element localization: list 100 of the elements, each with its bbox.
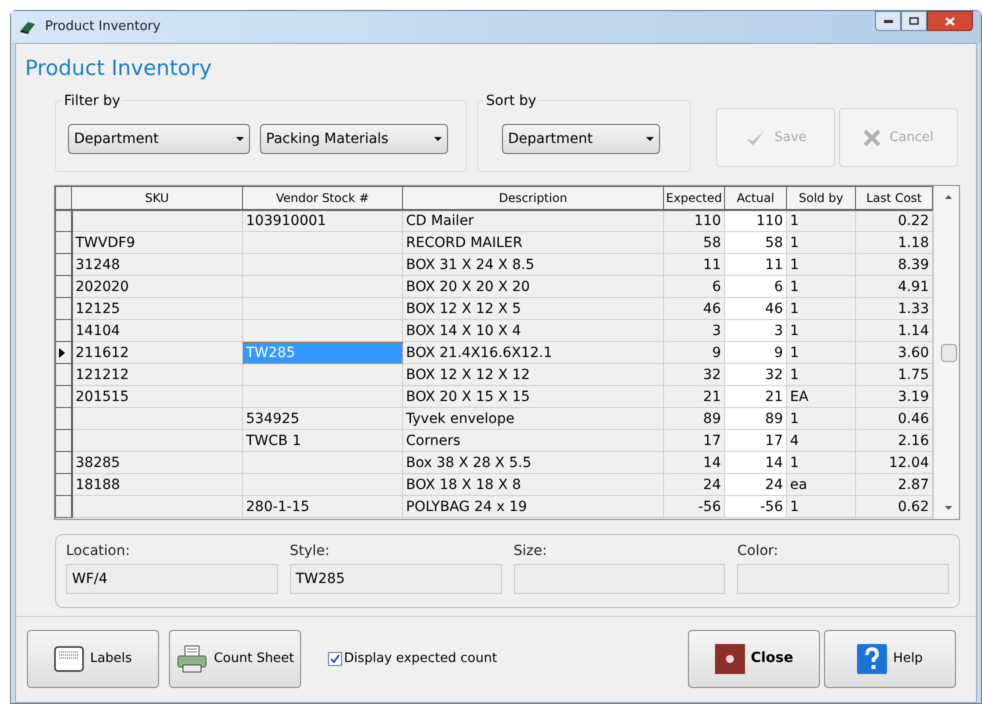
close-window-button[interactable] bbox=[927, 11, 973, 31]
close-icon bbox=[945, 16, 955, 26]
field-label: Size: bbox=[514, 542, 548, 561]
table-cell: -56 bbox=[724, 496, 786, 518]
help-button[interactable]: Help bbox=[824, 630, 956, 688]
scroll-down-icon bbox=[945, 506, 952, 510]
table-cell: 24 bbox=[664, 474, 724, 496]
caret-icon bbox=[236, 137, 244, 141]
table-cell: 1 bbox=[786, 210, 856, 232]
table-cell: 0.46 bbox=[856, 408, 932, 430]
table-cell: POLYBAG 24 x 19 bbox=[402, 496, 664, 518]
table-cell: 1.33 bbox=[856, 298, 932, 320]
table-cell: 32 bbox=[724, 364, 786, 386]
table-cell: 11 bbox=[664, 254, 724, 276]
checkbox[interactable] bbox=[328, 652, 342, 666]
table-cell: 201515 bbox=[72, 386, 242, 408]
table-cell: 3 bbox=[664, 320, 724, 342]
table-cell: BOX 20 X 15 X 15 bbox=[402, 386, 664, 408]
table-cell: 1 bbox=[786, 254, 856, 276]
table-cell: 12.04 bbox=[856, 452, 932, 474]
minimize-button[interactable] bbox=[875, 11, 901, 31]
table-cell: 46 bbox=[724, 298, 786, 320]
table-cell: 18188 bbox=[72, 474, 242, 496]
input-field[interactable]: WF/4 bbox=[66, 564, 278, 594]
column-header[interactable]: Expected bbox=[664, 186, 724, 210]
table-cell: 12125 bbox=[72, 298, 242, 320]
field-label: Location: bbox=[66, 542, 131, 561]
table-cell: 1 bbox=[786, 496, 856, 518]
table-cell: 14 bbox=[724, 452, 786, 474]
row-header[interactable] bbox=[56, 342, 72, 364]
table-cell: 1.14 bbox=[856, 320, 932, 342]
table-cell: 21 bbox=[664, 386, 724, 408]
input-field[interactable]: TW285 bbox=[290, 564, 502, 594]
table-cell: 1 bbox=[786, 452, 856, 474]
table-cell: 202020 bbox=[72, 276, 242, 298]
table-cell: 1 bbox=[786, 276, 856, 298]
table-cell: 0.62 bbox=[856, 496, 932, 518]
table-cell: Box 38 X 28 X 5.5 bbox=[402, 452, 664, 474]
table-cell: 89 bbox=[664, 408, 724, 430]
scrollbar[interactable] bbox=[933, 186, 959, 519]
table-cell: 1 bbox=[786, 320, 856, 342]
table-cell: BOX 21.4X16.6X12.1 bbox=[402, 342, 664, 364]
check-icon bbox=[330, 654, 340, 663]
table-cell: 14 bbox=[664, 452, 724, 474]
table-cell: 89 bbox=[724, 408, 786, 430]
close-button[interactable]: Close bbox=[688, 630, 820, 688]
table-cell: 1.75 bbox=[856, 364, 932, 386]
column-header[interactable]: Last Cost bbox=[856, 186, 932, 210]
checkbox-label: Display expected count bbox=[344, 650, 498, 668]
column-header[interactable]: Description bbox=[402, 186, 664, 210]
table-cell: 1 bbox=[786, 298, 856, 320]
dropdown[interactable]: Packing Materials bbox=[260, 124, 448, 154]
table-cell: BOX 18 X 18 X 8 bbox=[402, 474, 664, 496]
table-cell: EA bbox=[786, 386, 856, 408]
scroll-thumb[interactable] bbox=[941, 344, 957, 362]
table-cell: 4 bbox=[786, 430, 856, 452]
table-cell: 3.60 bbox=[856, 342, 932, 364]
labels-button[interactable]: Labels bbox=[27, 630, 159, 688]
input-field[interactable] bbox=[514, 564, 726, 594]
table-cell: 8.39 bbox=[856, 254, 932, 276]
help-icon bbox=[857, 644, 888, 674]
table-cell: 6 bbox=[664, 276, 724, 298]
column-header[interactable]: Vendor Stock # bbox=[242, 186, 402, 210]
table-cell: 46 bbox=[664, 298, 724, 320]
scroll-up-icon bbox=[945, 195, 952, 199]
dropdown[interactable]: Department bbox=[68, 124, 250, 154]
count-button[interactable]: Count Sheet bbox=[169, 630, 301, 688]
table-cell: 17 bbox=[664, 430, 724, 452]
table-cell: BOX 12 X 12 X 5 bbox=[402, 298, 664, 320]
column-header[interactable]: SKU bbox=[72, 186, 242, 210]
table-cell: TW285 bbox=[242, 342, 402, 364]
input-field[interactable] bbox=[737, 564, 949, 594]
app-icon bbox=[19, 20, 37, 34]
stop-icon bbox=[714, 644, 745, 674]
table-cell: 121212 bbox=[72, 364, 242, 386]
table-cell: 21 bbox=[724, 386, 786, 408]
table-cell: BOX 12 X 12 X 12 bbox=[402, 364, 664, 386]
table-cell: 534925 bbox=[242, 408, 402, 430]
table-cell: 1.18 bbox=[856, 232, 932, 254]
current-row-icon bbox=[59, 348, 65, 358]
table-cell: 58 bbox=[664, 232, 724, 254]
table-cell: 211612 bbox=[72, 342, 242, 364]
table-cell: 103910001 bbox=[242, 210, 402, 232]
caret-icon bbox=[646, 137, 654, 141]
table-cell: 38285 bbox=[72, 452, 242, 474]
maximize-button[interactable] bbox=[901, 11, 927, 31]
table-cell: 31248 bbox=[72, 254, 242, 276]
table-cell: CD Mailer bbox=[402, 210, 664, 232]
field-label: Color: bbox=[737, 542, 780, 561]
table-cell: 11 bbox=[724, 254, 786, 276]
x-icon bbox=[863, 128, 882, 146]
table-cell: 32 bbox=[664, 364, 724, 386]
check-icon bbox=[744, 128, 767, 148]
dropdown[interactable]: Department bbox=[502, 124, 660, 154]
restore-icon bbox=[909, 17, 919, 25]
table-cell: BOX 20 X 20 X 20 bbox=[402, 276, 664, 298]
column-header[interactable]: Actual bbox=[724, 186, 786, 210]
column-header[interactable]: Sold by bbox=[786, 186, 856, 210]
table-cell: TWCB 1 bbox=[242, 430, 402, 452]
table-cell: BOX 14 X 10 X 4 bbox=[402, 320, 664, 342]
